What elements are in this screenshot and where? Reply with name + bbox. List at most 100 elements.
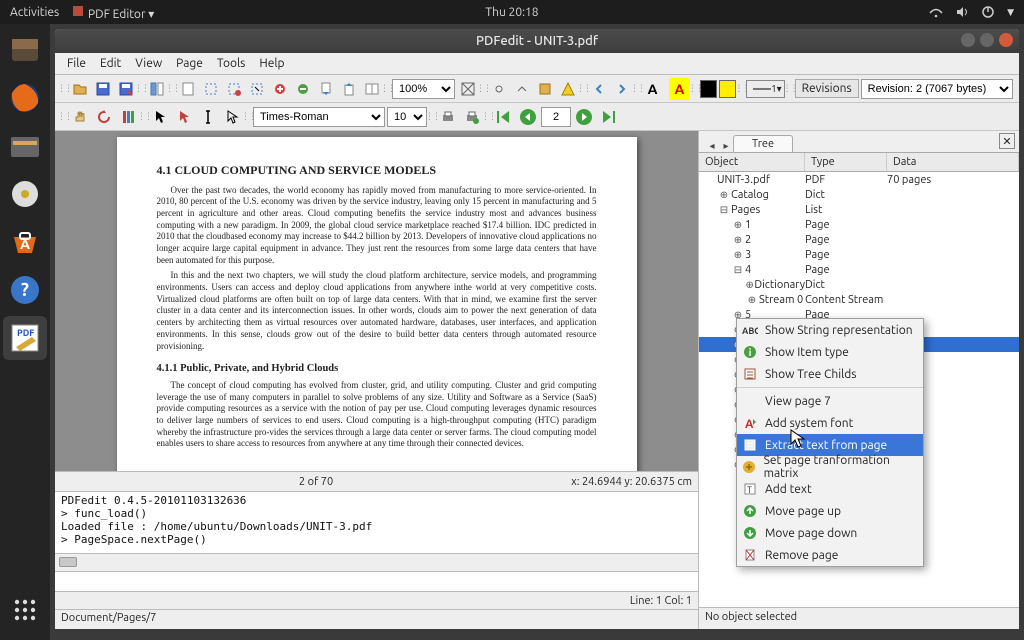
- color-fg-swatch[interactable]: [700, 80, 717, 98]
- ctx-show-item-type[interactable]: iShow Item type: [737, 341, 923, 363]
- wifi-icon[interactable]: [929, 5, 943, 19]
- saveas-button[interactable]: [115, 78, 136, 100]
- save-button[interactable]: [92, 78, 113, 100]
- ctx-show-string-representation[interactable]: ABCShow String representation: [737, 319, 923, 341]
- link2-button[interactable]: [511, 78, 532, 100]
- ctx-add-system-font[interactable]: AAdd system font: [737, 412, 923, 434]
- pages-button[interactable]: [361, 78, 382, 100]
- ctx-show-tree-childs[interactable]: Show Tree Childs: [737, 363, 923, 385]
- tree-row[interactable]: ⊕CatalogDict: [699, 187, 1019, 202]
- menu-edit[interactable]: Edit: [94, 55, 127, 72]
- text-cursor-button[interactable]: [197, 106, 219, 128]
- tree-row[interactable]: UNIT-3.pdfPDF70 pages: [699, 172, 1019, 187]
- tree-expand-icon[interactable]: ⊕: [745, 294, 759, 306]
- launcher-disks[interactable]: [3, 172, 47, 216]
- tree-expand-icon[interactable]: ⊕: [731, 249, 745, 261]
- tree-expand-icon[interactable]: ⊟: [717, 204, 731, 216]
- hand-tool-button[interactable]: [69, 106, 91, 128]
- scrollbar-thumb[interactable]: [59, 557, 77, 567]
- menu-page[interactable]: Page: [170, 55, 209, 72]
- ctx-set-page-tranformation-matrix[interactable]: Set page tranformation matrix: [737, 456, 923, 478]
- tab-tree[interactable]: Tree: [733, 135, 793, 152]
- newpage-button[interactable]: [177, 78, 198, 100]
- menu-help[interactable]: Help: [253, 55, 290, 72]
- ctx-extract-text-from-page[interactable]: Extract text from page: [737, 434, 923, 456]
- window-minimize-button[interactable]: [961, 33, 975, 47]
- command-input[interactable]: [55, 571, 698, 591]
- ctx-move-page-down[interactable]: Move page down: [737, 522, 923, 544]
- move-down-button[interactable]: [338, 78, 359, 100]
- launcher-help[interactable]: ?: [3, 268, 47, 312]
- power-icon[interactable]: [981, 5, 995, 19]
- tree-expand-icon[interactable]: ⊕: [731, 219, 745, 231]
- text-normal-button[interactable]: A: [642, 78, 663, 100]
- undo-button[interactable]: [588, 78, 609, 100]
- menu-file[interactable]: File: [61, 55, 92, 72]
- ctx-add-text[interactable]: TAdd text: [737, 478, 923, 500]
- dash-outline-button[interactable]: [200, 78, 221, 100]
- next-page-button[interactable]: [573, 106, 595, 128]
- tree-row[interactable]: ⊕Stream 0Content Stream: [699, 292, 1019, 307]
- font-select[interactable]: Times-Roman: [253, 107, 385, 127]
- toggle-view-button[interactable]: [146, 78, 167, 100]
- prev-page-button[interactable]: [517, 106, 539, 128]
- revision-select[interactable]: Revision: 2 (7067 bytes): [861, 79, 1013, 99]
- launcher-apps-grid[interactable]: [3, 588, 47, 632]
- app-menu[interactable]: PDF Editor ▾: [71, 4, 154, 21]
- activities-button[interactable]: Activities: [10, 6, 59, 19]
- window-maximize-button[interactable]: [980, 33, 994, 47]
- col-type[interactable]: Type: [805, 153, 887, 171]
- open-button[interactable]: [69, 78, 90, 100]
- columns-button[interactable]: [117, 106, 139, 128]
- select-area-button[interactable]: [246, 78, 267, 100]
- zoom-select[interactable]: 100%: [392, 79, 455, 99]
- col-object[interactable]: Object: [699, 153, 805, 171]
- tree-expand-icon[interactable]: ⊟: [731, 264, 745, 276]
- remove-object-button[interactable]: [292, 78, 313, 100]
- pointer-tool-button[interactable]: [149, 106, 171, 128]
- launcher-pdfeditor[interactable]: PDF: [3, 316, 47, 360]
- text-highlight-button[interactable]: A: [669, 78, 690, 100]
- tree-row[interactable]: ⊟4Page: [699, 262, 1019, 277]
- tree-row[interactable]: ⊕1Page: [699, 217, 1019, 232]
- clock[interactable]: Thu 20:18: [485, 6, 538, 19]
- menu-view[interactable]: View: [129, 55, 168, 72]
- launcher-software[interactable]: A: [3, 220, 47, 264]
- link-button[interactable]: [488, 78, 509, 100]
- print2-button[interactable]: [461, 106, 483, 128]
- ctx-view-page-7[interactable]: View page 7: [737, 390, 923, 412]
- page-input[interactable]: [541, 107, 571, 127]
- rotate-button[interactable]: [93, 106, 115, 128]
- volume-icon[interactable]: [955, 5, 969, 19]
- warning-button[interactable]: [557, 78, 578, 100]
- zoom-fit-button[interactable]: [457, 78, 478, 100]
- launcher-files[interactable]: [3, 28, 47, 72]
- first-page-button[interactable]: [493, 106, 515, 128]
- launcher-firefox[interactable]: [3, 76, 47, 120]
- menu-tools[interactable]: Tools: [211, 55, 252, 72]
- last-page-button[interactable]: [597, 106, 619, 128]
- catalog-button[interactable]: [534, 78, 555, 100]
- titlebar[interactable]: PDFedit - UNIT-3.pdf: [55, 29, 1019, 53]
- linewidth-select[interactable]: 1▾: [746, 80, 784, 98]
- color-picker-button[interactable]: [173, 106, 195, 128]
- tree-expand-icon[interactable]: ⊕: [717, 189, 731, 201]
- tab-scroll-right[interactable]: ▸: [719, 140, 733, 152]
- col-data[interactable]: Data: [887, 153, 1019, 171]
- ctx-move-page-up[interactable]: Move page up: [737, 500, 923, 522]
- print-button[interactable]: [437, 106, 459, 128]
- tree-expand-icon[interactable]: ⊕: [745, 279, 754, 291]
- tree-row[interactable]: ⊕DictionaryDict: [699, 277, 1019, 292]
- redo-button[interactable]: [611, 78, 632, 100]
- move-up-button[interactable]: [315, 78, 336, 100]
- tree-row[interactable]: ⊕2Page: [699, 232, 1019, 247]
- add-object-button[interactable]: [269, 78, 290, 100]
- fontsize-select[interactable]: 10: [387, 107, 427, 127]
- dash-outline2-button[interactable]: [223, 78, 244, 100]
- tab-close-button[interactable]: ✕: [999, 133, 1015, 149]
- tree-row[interactable]: ⊕3Page: [699, 247, 1019, 262]
- pointer2-button[interactable]: [221, 106, 243, 128]
- console-scrollbar[interactable]: [55, 553, 698, 571]
- tab-scroll-left[interactable]: ◂: [705, 140, 719, 152]
- ctx-remove-page[interactable]: Remove page: [737, 544, 923, 566]
